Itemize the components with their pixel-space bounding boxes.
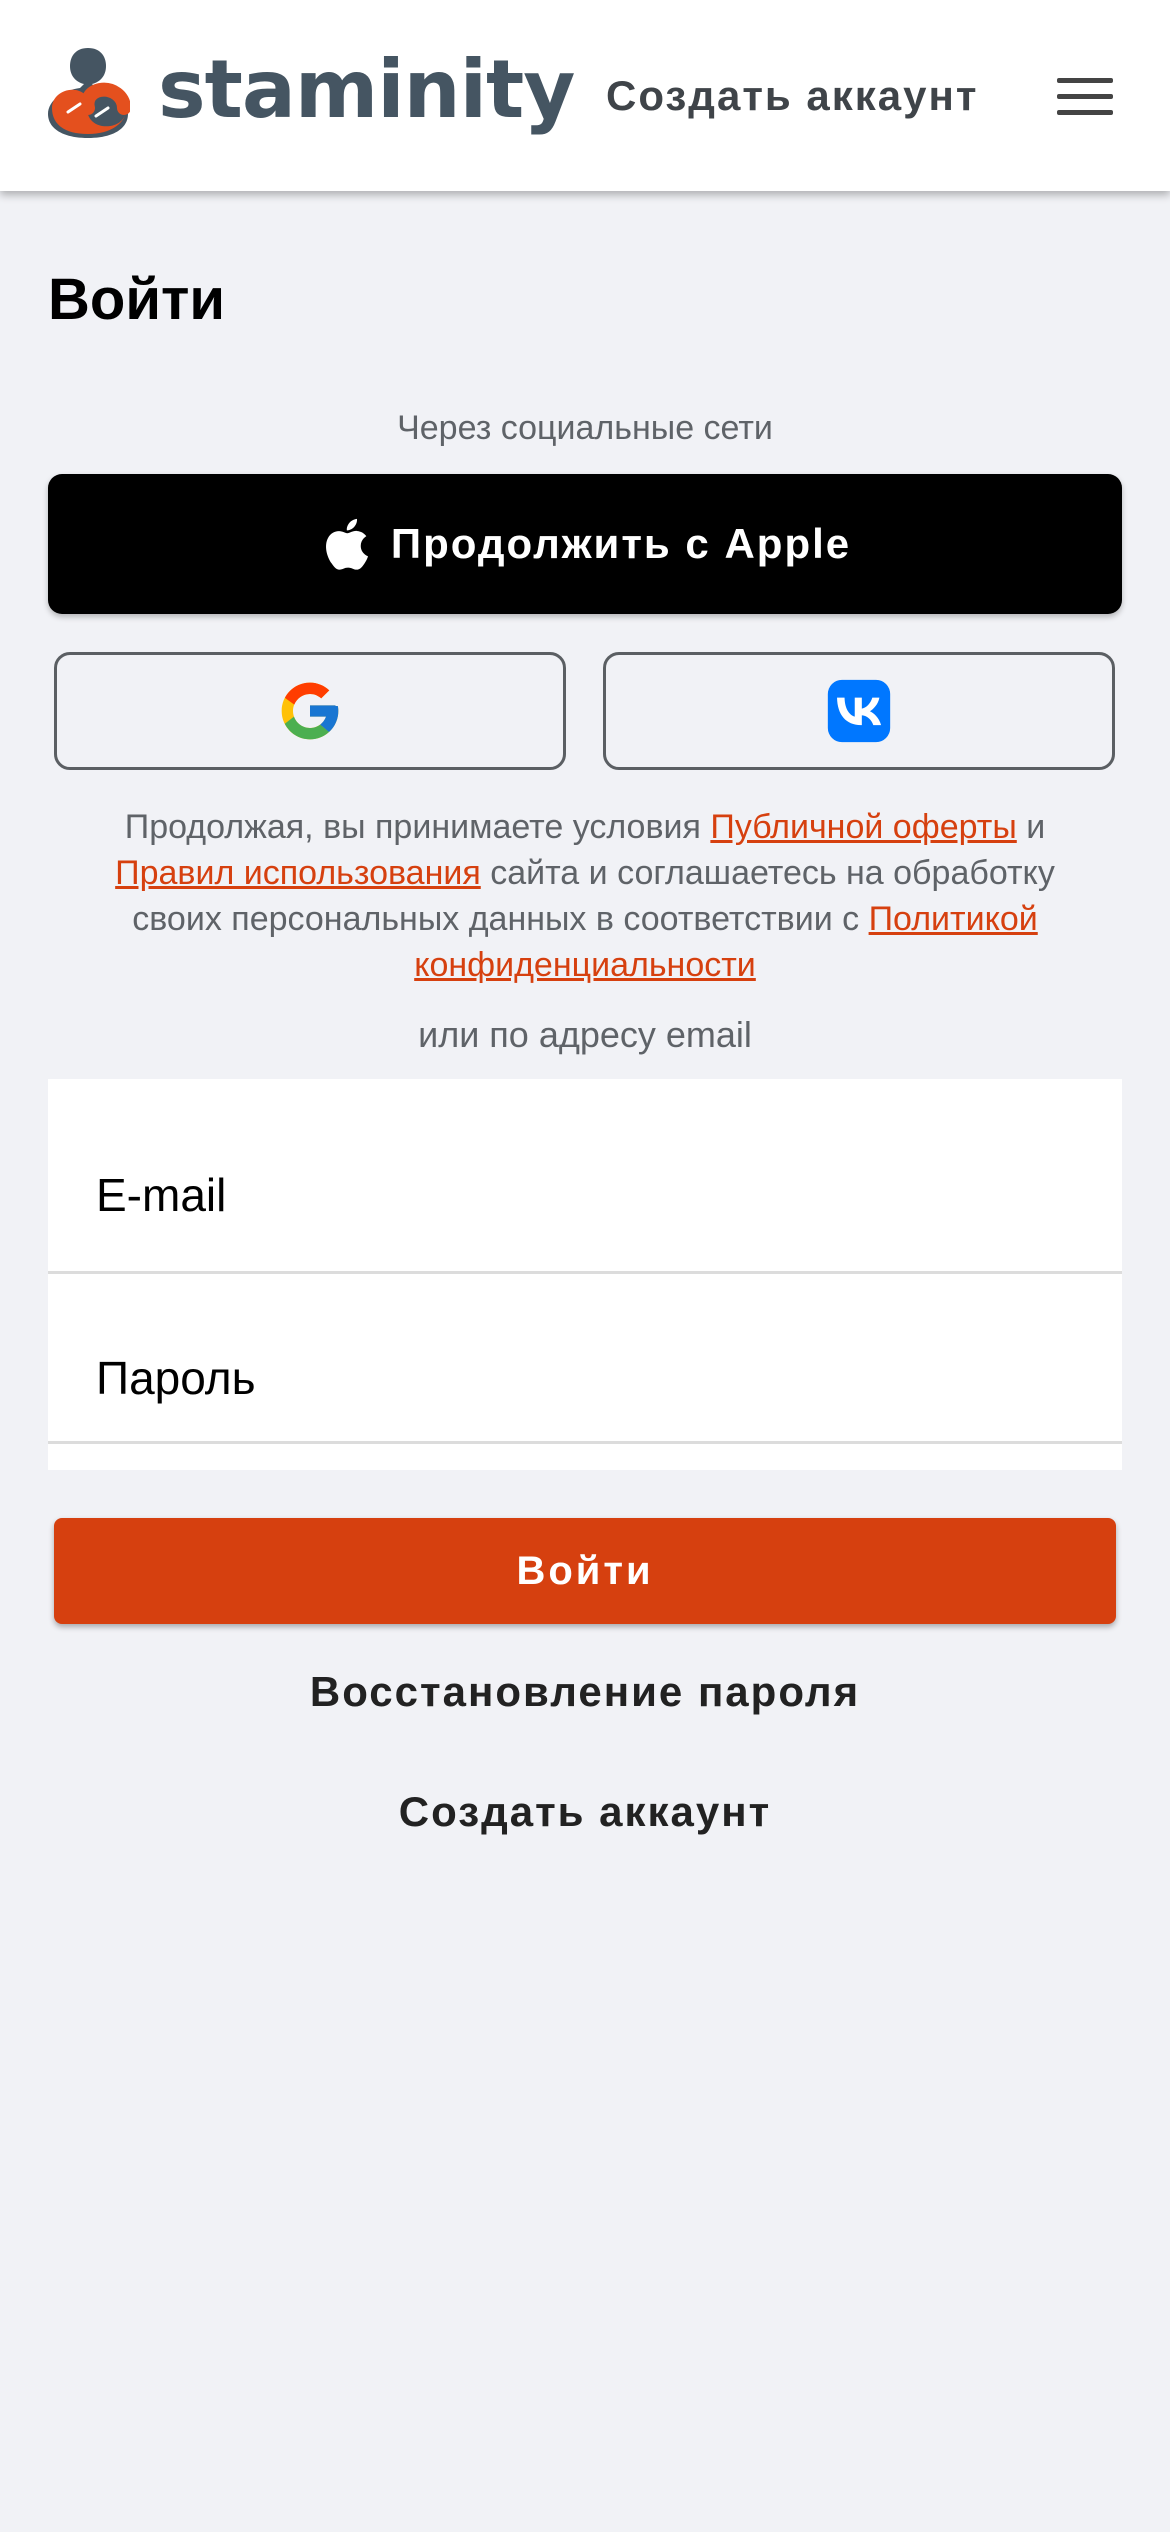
email-input[interactable]: [96, 1079, 1076, 1271]
terms-text: Продолжая, вы принимаете условия Публичн…: [66, 804, 1104, 988]
page-title: Войти: [48, 267, 226, 332]
vk-icon: [827, 679, 891, 743]
google-signin-button[interactable]: [54, 652, 566, 770]
app-header: staminity Создать аккаунт: [0, 0, 1170, 191]
vk-signin-button[interactable]: [603, 652, 1115, 770]
login-button[interactable]: Войти: [54, 1518, 1116, 1624]
email-caption: или по адресу email: [418, 1014, 752, 1055]
email-field[interactable]: [48, 1079, 1122, 1274]
apple-signin-label: Продолжить с Apple: [390, 520, 852, 567]
public-offer-link[interactable]: Публичной оферты: [710, 808, 1016, 846]
brand-name[interactable]: staminity: [158, 40, 575, 140]
header-create-account-link[interactable]: Создать аккаунт: [606, 68, 978, 124]
password-field[interactable]: [48, 1274, 1122, 1444]
staminity-logo-icon[interactable]: [46, 46, 130, 140]
password-input[interactable]: [96, 1274, 1076, 1441]
create-account-link[interactable]: Создать аккаунт: [0, 1784, 1170, 1840]
login-form: [48, 1079, 1122, 1470]
terms-part-1: Продолжая, вы принимаете условия: [124, 808, 711, 846]
apple-icon: [325, 518, 368, 570]
terms-part-2: и: [1016, 808, 1046, 846]
recover-password-link[interactable]: Восстановление пароля: [0, 1664, 1170, 1720]
apple-signin-button[interactable]: Продолжить с Apple: [48, 474, 1122, 614]
hamburger-menu-icon[interactable]: [1057, 78, 1113, 116]
google-icon: [281, 682, 339, 740]
social-caption: Через социальные сети: [397, 409, 773, 447]
usage-rules-link[interactable]: Правил использования: [115, 854, 481, 892]
